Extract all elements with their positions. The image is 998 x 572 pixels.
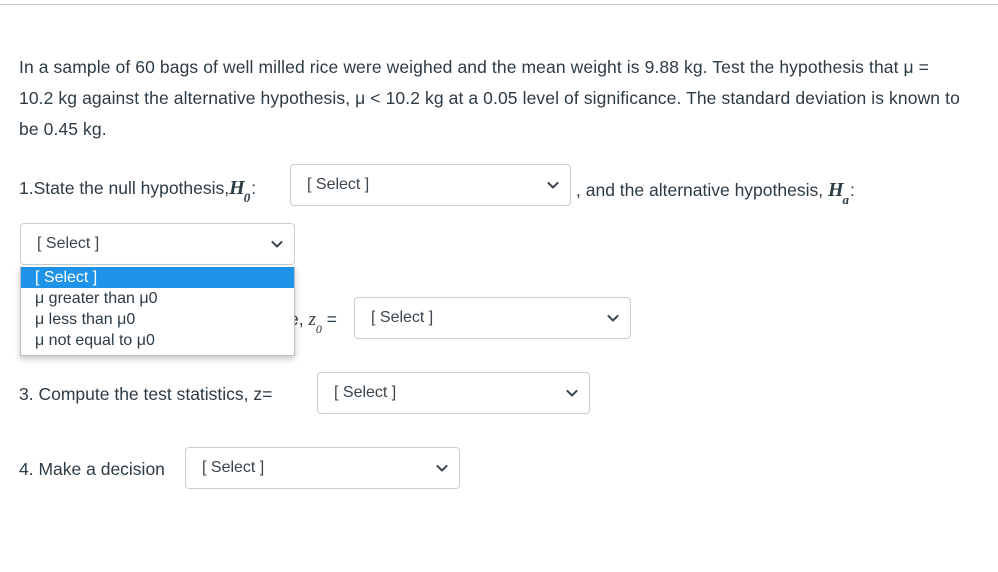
chevron-down-icon — [606, 311, 620, 325]
option-item[interactable]: μ not equal to μ0 — [21, 330, 294, 351]
header-divider — [0, 4, 998, 5]
select-decision[interactable]: [ Select ] — [185, 447, 460, 489]
question-1-prefix: 1.State the null hypothesis, — [19, 178, 230, 198]
chevron-down-icon — [546, 178, 560, 192]
question-3-label: 3. Compute the test statistics, z= — [19, 384, 273, 404]
question-2-label: e, z0 = — [289, 307, 337, 338]
option-item[interactable]: μ greater than μ0 — [21, 288, 294, 309]
select-rejection-region-value: [ Select ] — [371, 309, 434, 326]
select-test-statistic[interactable]: [ Select ] — [317, 372, 590, 414]
question-1-tail-text: , and the alternative hypothesis, — [576, 180, 828, 200]
h-null-symbol: H0 — [229, 177, 251, 205]
select-null-hypothesis[interactable]: [ Select ] — [290, 164, 571, 206]
select-test-statistic-value: [ Select ] — [334, 384, 397, 401]
select-null-hypothesis-value: [ Select ] — [307, 176, 370, 193]
problem-statement: In a sample of 60 bags of well milled ri… — [19, 57, 960, 139]
select-decision-value: [ Select ] — [202, 459, 265, 476]
question-4-label: 4. Make a decision — [19, 459, 165, 479]
option-item[interactable]: [ Select ] — [21, 267, 294, 288]
quiz-page: In a sample of 60 bags of well milled ri… — [0, 0, 998, 572]
chevron-down-icon — [270, 237, 284, 251]
question-1-tail-colon: : — [850, 180, 855, 200]
z-naught-symbol: z0 — [308, 309, 322, 336]
select-alternative-hypothesis-value: [ Select ] — [37, 235, 100, 252]
question-1-tail: , and the alternative hypothesis, Ha: — [576, 178, 855, 209]
select-rejection-region[interactable]: [ Select ] — [354, 297, 631, 339]
question-1-colon: : — [251, 178, 257, 198]
option-item[interactable]: μ less than μ0 — [21, 309, 294, 330]
h-alt-symbol: Ha — [827, 179, 850, 207]
select-alternative-hypothesis[interactable]: [ Select ] — [20, 223, 295, 265]
chevron-down-icon — [565, 386, 579, 400]
chevron-down-icon — [435, 461, 449, 475]
question-1-label: 1.State the null hypothesis,H0: — [19, 176, 256, 207]
alternative-hypothesis-option-list[interactable]: [ Select ] μ greater than μ0 μ less than… — [20, 266, 295, 356]
question-2-equals: = — [321, 309, 337, 329]
